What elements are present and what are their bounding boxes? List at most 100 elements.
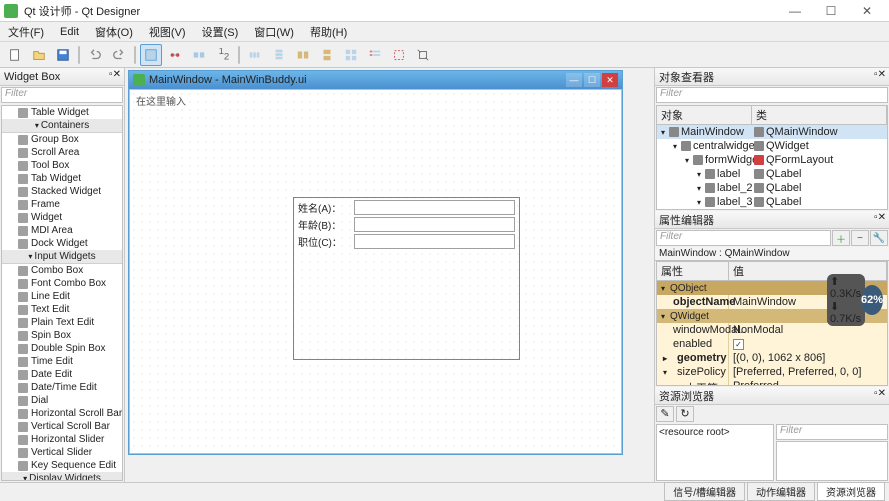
widget-item[interactable]: Widget xyxy=(2,211,122,224)
age-field[interactable] xyxy=(354,217,515,232)
widget-item[interactable]: Date Edit xyxy=(2,368,122,381)
design-window-titlebar[interactable]: MainWindow - MainWinBuddy.ui — ☐ ✕ xyxy=(129,71,622,89)
resource-browser-close-icon[interactable]: ▫✕ xyxy=(873,388,887,402)
layout-form-button[interactable] xyxy=(364,44,386,66)
object-inspector-filter[interactable]: Filter xyxy=(656,87,888,103)
prop-config-button[interactable]: 🔧 xyxy=(870,230,888,246)
widget-item[interactable]: MDI Area xyxy=(2,224,122,237)
menu-view[interactable]: 视图(V) xyxy=(145,23,190,41)
mdi-max-button[interactable]: ☐ xyxy=(584,73,600,87)
undo-button[interactable] xyxy=(84,44,106,66)
position-field[interactable] xyxy=(354,234,515,249)
layout-vsplit-button[interactable] xyxy=(316,44,338,66)
property-editor-close-icon[interactable]: ▫✕ xyxy=(873,212,887,226)
form-row[interactable]: 年龄(B)： xyxy=(298,217,515,232)
col-object[interactable]: 对象 xyxy=(657,106,752,124)
redo-button[interactable] xyxy=(108,44,130,66)
widget-box-close-icon[interactable]: ▫✕ xyxy=(108,69,122,83)
widget-item[interactable]: Table Widget xyxy=(2,106,122,119)
edit-signals-button[interactable] xyxy=(164,44,186,66)
object-row[interactable]: centralwidgetQWidget xyxy=(657,139,887,153)
design-canvas[interactable]: MainWindow - MainWinBuddy.ui — ☐ ✕ 在这里输入… xyxy=(125,68,654,482)
widget-item[interactable]: Dock Widget xyxy=(2,237,122,250)
layout-grid-button[interactable] xyxy=(340,44,362,66)
widget-box-filter[interactable]: Filter xyxy=(1,87,123,103)
object-row[interactable]: MainWindowQMainWindow xyxy=(657,125,887,139)
widget-item[interactable]: Stacked Widget xyxy=(2,185,122,198)
form-row[interactable]: 姓名(A)： xyxy=(298,200,515,215)
widget-item[interactable]: Key Sequence Edit xyxy=(2,459,122,472)
layout-h-button[interactable] xyxy=(244,44,266,66)
widget-item[interactable]: Time Edit xyxy=(2,355,122,368)
resource-filter[interactable]: Filter xyxy=(776,424,888,440)
menu-form[interactable]: 窗体(O) xyxy=(91,23,137,41)
widget-box-tree[interactable]: Table WidgetContainersGroup BoxScroll Ar… xyxy=(1,105,123,481)
widget-category[interactable]: Display Widgets xyxy=(2,472,122,481)
widget-item[interactable]: Line Edit xyxy=(2,290,122,303)
menu-window[interactable]: 窗口(W) xyxy=(250,23,298,41)
close-button[interactable]: ✕ xyxy=(849,1,885,21)
property-row[interactable]: ▸geometry[(0, 0), 1062 x 806] xyxy=(657,351,887,365)
resource-preview[interactable] xyxy=(776,441,888,481)
object-inspector-tree[interactable]: 对象 类 MainWindowQMainWindowcentralwidgetQ… xyxy=(656,105,888,210)
widget-item[interactable]: Horizontal Slider xyxy=(2,433,122,446)
property-filter[interactable]: Filter xyxy=(656,230,831,246)
widget-item[interactable]: Tool Box xyxy=(2,159,122,172)
menu-file[interactable]: 文件(F) xyxy=(4,23,48,41)
menu-hint[interactable]: 在这里输入 xyxy=(136,93,186,108)
widget-item[interactable]: Vertical Slider xyxy=(2,446,122,459)
col-class[interactable]: 类 xyxy=(752,106,887,124)
object-row[interactable]: formWidgetQFormLayout xyxy=(657,153,887,167)
edit-widgets-button[interactable] xyxy=(140,44,162,66)
widget-item[interactable]: Frame xyxy=(2,198,122,211)
tab-resource-browser[interactable]: 资源浏览器 xyxy=(817,482,885,501)
break-layout-button[interactable] xyxy=(388,44,410,66)
edit-buddies-button[interactable] xyxy=(188,44,210,66)
name-field[interactable] xyxy=(354,200,515,215)
menu-edit[interactable]: Edit xyxy=(56,25,83,39)
widget-item[interactable]: Combo Box xyxy=(2,264,122,277)
property-grid[interactable]: ⬆ 0.3K/s ⬇ 0.7K/s 62% 属性 值 QObjectobject… xyxy=(656,261,888,386)
widget-item[interactable]: Spin Box xyxy=(2,329,122,342)
open-button[interactable] xyxy=(28,44,50,66)
remove-dynamic-prop-button[interactable]: − xyxy=(851,230,869,246)
object-row[interactable]: labelQLabel xyxy=(657,167,887,181)
widget-item[interactable]: Scroll Area xyxy=(2,146,122,159)
widget-item[interactable]: Text Edit xyxy=(2,303,122,316)
new-button[interactable] xyxy=(4,44,26,66)
layout-hsplit-button[interactable] xyxy=(292,44,314,66)
minimize-button[interactable]: — xyxy=(777,1,813,21)
object-inspector-close-icon[interactable]: ▫✕ xyxy=(873,69,887,83)
property-row[interactable]: 水平策略Preferred xyxy=(657,379,887,386)
widget-item[interactable]: Dial xyxy=(2,394,122,407)
widget-item[interactable]: Plain Text Edit xyxy=(2,316,122,329)
form-row[interactable]: 职位(C)： xyxy=(298,234,515,249)
edit-tab-order-button[interactable]: 12 xyxy=(212,44,234,66)
widget-item[interactable]: Double Spin Box xyxy=(2,342,122,355)
tab-signal-slot-editor[interactable]: 信号/槽编辑器 xyxy=(664,482,745,501)
design-window[interactable]: MainWindow - MainWinBuddy.ui — ☐ ✕ 在这里输入… xyxy=(128,70,623,455)
form-surface[interactable]: 在这里输入 姓名(A)： 年龄(B)： 职位(C)： xyxy=(129,89,622,454)
widget-item[interactable]: Tab Widget xyxy=(2,172,122,185)
layout-v-button[interactable] xyxy=(268,44,290,66)
widget-item[interactable]: Date/Time Edit xyxy=(2,381,122,394)
adjust-size-button[interactable] xyxy=(412,44,434,66)
property-row[interactable]: enabled✓ xyxy=(657,337,887,351)
widget-item[interactable]: Horizontal Scroll Bar xyxy=(2,407,122,420)
property-row[interactable]: ▾sizePolicy[Preferred, Preferred, 0, 0] xyxy=(657,365,887,379)
object-row[interactable]: label_3QLabel xyxy=(657,195,887,209)
widget-category[interactable]: Input Widgets xyxy=(2,250,122,264)
add-dynamic-prop-button[interactable]: ＋ xyxy=(832,230,850,246)
widget-category[interactable]: Containers xyxy=(2,119,122,133)
save-button[interactable] xyxy=(52,44,74,66)
reload-resources-button[interactable]: ↻ xyxy=(676,406,694,422)
mdi-min-button[interactable]: — xyxy=(566,73,582,87)
tab-action-editor[interactable]: 动作编辑器 xyxy=(747,482,815,501)
widget-item[interactable]: Vertical Scroll Bar xyxy=(2,420,122,433)
menu-settings[interactable]: 设置(S) xyxy=(198,23,243,41)
widget-item[interactable]: Group Box xyxy=(2,133,122,146)
object-row[interactable]: label_2QLabel xyxy=(657,181,887,195)
mdi-close-button[interactable]: ✕ xyxy=(602,73,618,87)
menu-help[interactable]: 帮助(H) xyxy=(306,23,351,41)
maximize-button[interactable]: ☐ xyxy=(813,1,849,21)
